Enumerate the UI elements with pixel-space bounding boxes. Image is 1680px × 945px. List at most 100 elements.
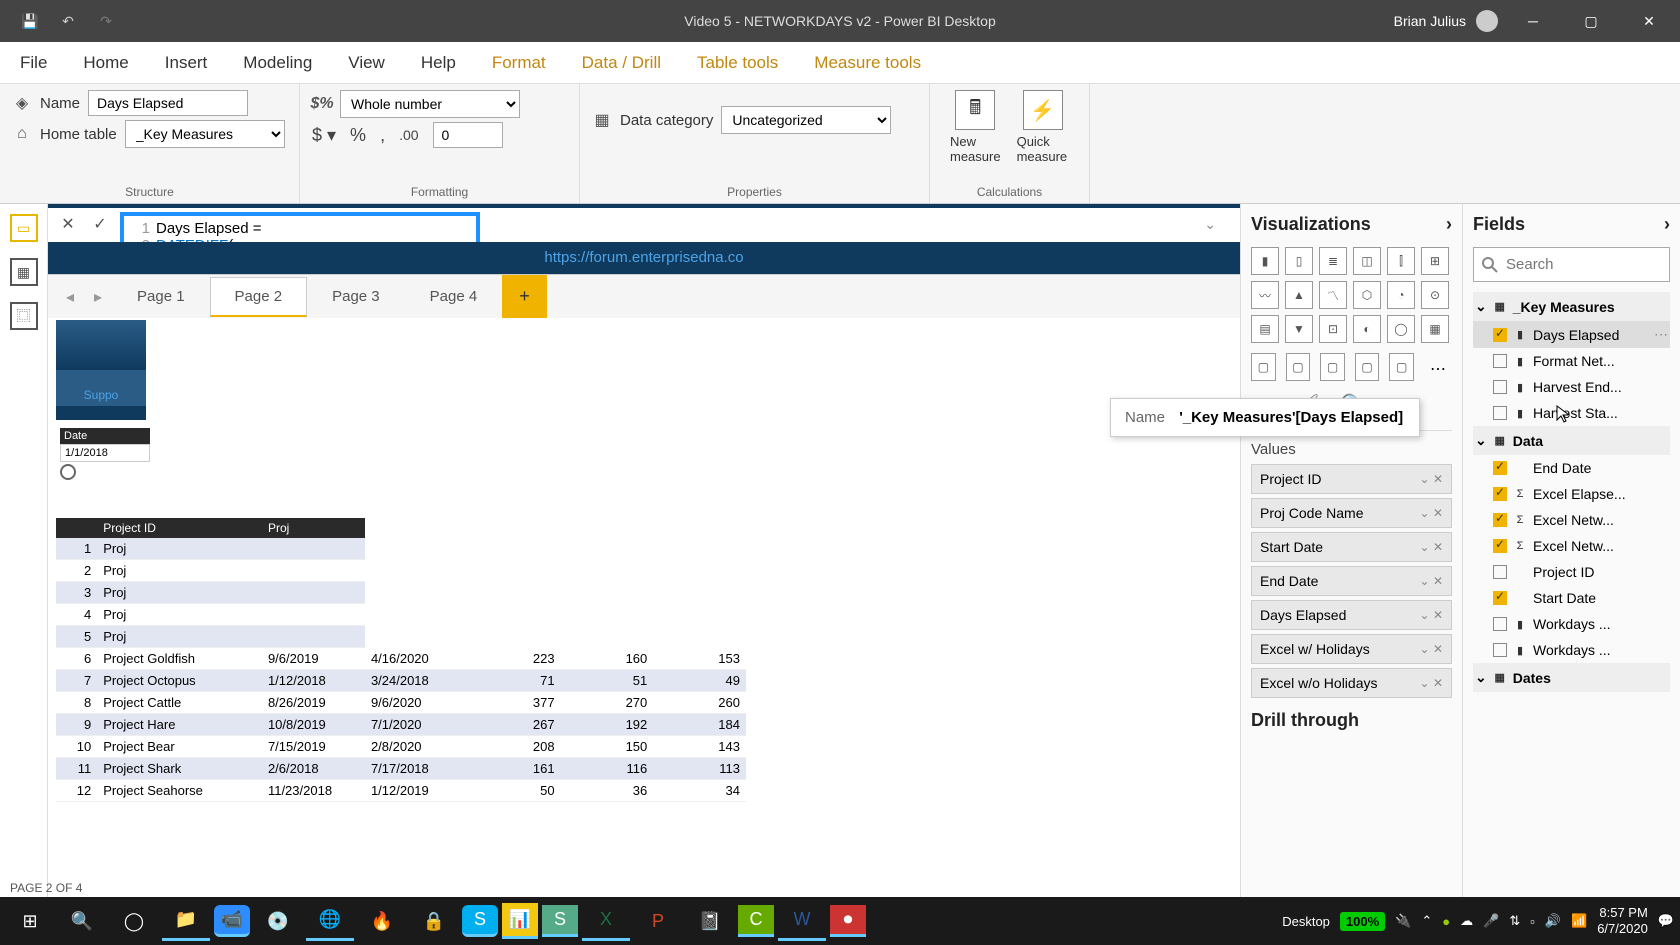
field-checkbox[interactable] [1493, 513, 1507, 527]
tray-chevron-icon[interactable]: ⌃ [1421, 913, 1432, 929]
viz-extra-4[interactable]: ▢ [1355, 353, 1380, 381]
viz-type-4[interactable]: ⫿ [1387, 247, 1415, 275]
menu-help[interactable]: Help [421, 53, 456, 73]
skype-icon[interactable]: S [462, 905, 498, 937]
table-row[interactable]: 6Project Goldfish9/6/20194/16/2020223160… [56, 648, 746, 670]
model-view-icon[interactable]: ⿴ [10, 302, 38, 330]
menu-view[interactable]: View [348, 53, 385, 73]
viz-type-16[interactable]: ◯ [1387, 315, 1415, 343]
page-tab[interactable]: Page 4 [405, 277, 503, 317]
table-row[interactable]: 5Proj [56, 626, 746, 648]
cancel-formula-icon[interactable]: ✕ [56, 212, 80, 236]
viz-type-9[interactable]: ⬡ [1353, 281, 1381, 309]
field-well[interactable]: Days Elapsed⌄ ✕ [1251, 600, 1452, 630]
battery-indicator[interactable]: 100% [1340, 912, 1385, 931]
date-slicer[interactable]: Date 1/1/2018 [60, 428, 150, 482]
page-tab[interactable]: Page 3 [307, 277, 405, 317]
home-table-select[interactable]: _Key Measures [125, 120, 285, 148]
menu-measure-tools[interactable]: Measure tools [814, 53, 921, 73]
field-item[interactable]: ΣExcel Netw... [1473, 507, 1670, 533]
recorder-icon[interactable]: ⏺ [830, 905, 866, 937]
tray-app-icon[interactable]: ▫ [1530, 914, 1535, 929]
menu-modeling[interactable]: Modeling [243, 53, 312, 73]
data-category-select[interactable]: Uncategorized [721, 106, 891, 134]
viz-type-6[interactable]: 〰 [1251, 281, 1279, 309]
notepad-icon[interactable]: 📓 [686, 901, 734, 941]
field-checkbox[interactable] [1493, 354, 1507, 368]
chevron-down-icon[interactable]: ⌄ [1420, 506, 1430, 520]
zoom-icon[interactable]: 📹 [214, 905, 250, 937]
field-group[interactable]: ⌄▦_Key Measures [1473, 292, 1670, 321]
dragon-icon[interactable]: 🔥 [358, 901, 406, 941]
accept-formula-icon[interactable]: ✓ [88, 212, 112, 236]
viz-extra-3[interactable]: ▢ [1320, 353, 1345, 381]
viz-type-15[interactable]: ◐ [1353, 315, 1381, 343]
system-clock[interactable]: 8:57 PM 6/7/2020 [1597, 905, 1648, 936]
field-checkbox[interactable] [1493, 565, 1507, 579]
table-row[interactable]: 7Project Octopus1/12/20183/24/2018715149 [56, 670, 746, 692]
fields-search-input[interactable] [1473, 247, 1670, 282]
table-row[interactable]: 4Proj [56, 604, 746, 626]
lock-icon[interactable]: 🔒 [410, 901, 458, 941]
field-group[interactable]: ⌄▦Data [1473, 426, 1670, 455]
tray-wifi-icon[interactable]: 📶 [1571, 913, 1587, 929]
quick-measure-button[interactable]: ⚡ Quick measure [1009, 90, 1077, 164]
remove-field-icon[interactable]: ✕ [1433, 574, 1443, 588]
field-item[interactable]: ΣExcel Elapse... [1473, 481, 1670, 507]
search-task-icon[interactable]: 🔍 [58, 901, 106, 941]
field-well[interactable]: Excel w/o Holidays⌄ ✕ [1251, 668, 1452, 698]
field-checkbox[interactable] [1493, 406, 1507, 420]
viz-extra-5[interactable]: ▢ [1389, 353, 1414, 381]
remove-field-icon[interactable]: ✕ [1433, 472, 1443, 486]
viz-type-17[interactable]: ▦ [1421, 315, 1449, 343]
field-item[interactable]: Start Date [1473, 585, 1670, 611]
viz-type-5[interactable]: ⊞ [1421, 247, 1449, 275]
viz-type-12[interactable]: ▤ [1251, 315, 1279, 343]
snagit-icon[interactable]: S [542, 905, 578, 937]
percent-icon[interactable]: % [350, 125, 366, 146]
menu-insert[interactable]: Insert [165, 53, 208, 73]
remove-field-icon[interactable]: ✕ [1433, 676, 1443, 690]
redo-icon[interactable]: ↷ [96, 11, 116, 31]
viz-type-0[interactable]: ▮ [1251, 247, 1279, 275]
more-icon[interactable]: ⋯ [1654, 326, 1668, 343]
close-button[interactable]: ✕ [1626, 1, 1672, 41]
table-row[interactable]: 3Proj [56, 582, 746, 604]
field-well[interactable]: End Date⌄ ✕ [1251, 566, 1452, 596]
currency-icon[interactable]: $ ▾ [312, 125, 336, 146]
field-item[interactable]: End Date [1473, 455, 1670, 481]
chevron-down-icon[interactable]: ⌄ [1420, 642, 1430, 656]
viz-type-2[interactable]: ≣ [1319, 247, 1347, 275]
field-well[interactable]: Excel w/ Holidays⌄ ✕ [1251, 634, 1452, 664]
start-button[interactable]: ⊞ [6, 901, 54, 941]
collapse-fields-icon[interactable]: › [1664, 214, 1670, 235]
viz-type-10[interactable]: ◔ [1387, 281, 1415, 309]
field-item[interactable]: Project ID [1473, 559, 1670, 585]
powerpoint-icon[interactable]: P [634, 901, 682, 941]
camtasia-icon[interactable]: C [738, 905, 774, 937]
support-visual[interactable]: Suppo [56, 320, 146, 420]
remove-field-icon[interactable]: ✕ [1433, 608, 1443, 622]
viz-type-13[interactable]: ▼ [1285, 315, 1313, 343]
collapse-viz-icon[interactable]: › [1446, 214, 1452, 235]
minimize-button[interactable]: ─ [1510, 1, 1556, 41]
field-checkbox[interactable] [1493, 380, 1507, 394]
field-item[interactable]: ▮Harvest End... [1473, 374, 1670, 400]
field-checkbox[interactable] [1493, 643, 1507, 657]
notifications-icon[interactable]: 💬 [1658, 913, 1674, 929]
report-view-icon[interactable]: ▭ [10, 214, 38, 242]
table-row[interactable]: 9Project Hare10/8/20197/1/2020267192184 [56, 714, 746, 736]
remove-field-icon[interactable]: ✕ [1433, 540, 1443, 554]
add-page-button[interactable]: + [502, 275, 547, 318]
viz-more-icon[interactable]: ⋯ [1424, 353, 1452, 385]
decimal-icon[interactable]: .00 [399, 127, 418, 143]
viz-type-7[interactable]: ▲ [1285, 281, 1313, 309]
save-icon[interactable]: 💾 [20, 11, 40, 31]
chevron-down-icon[interactable]: ⌄ [1420, 608, 1430, 622]
slider-knob[interactable] [60, 464, 76, 480]
cortana-icon[interactable]: ◯ [110, 901, 158, 941]
tray-cloud-icon[interactable]: ☁ [1460, 913, 1473, 929]
menu-format[interactable]: Format [492, 53, 546, 73]
show-desktop[interactable]: Desktop [1282, 914, 1330, 929]
field-item[interactable]: ΣExcel Netw... [1473, 533, 1670, 559]
